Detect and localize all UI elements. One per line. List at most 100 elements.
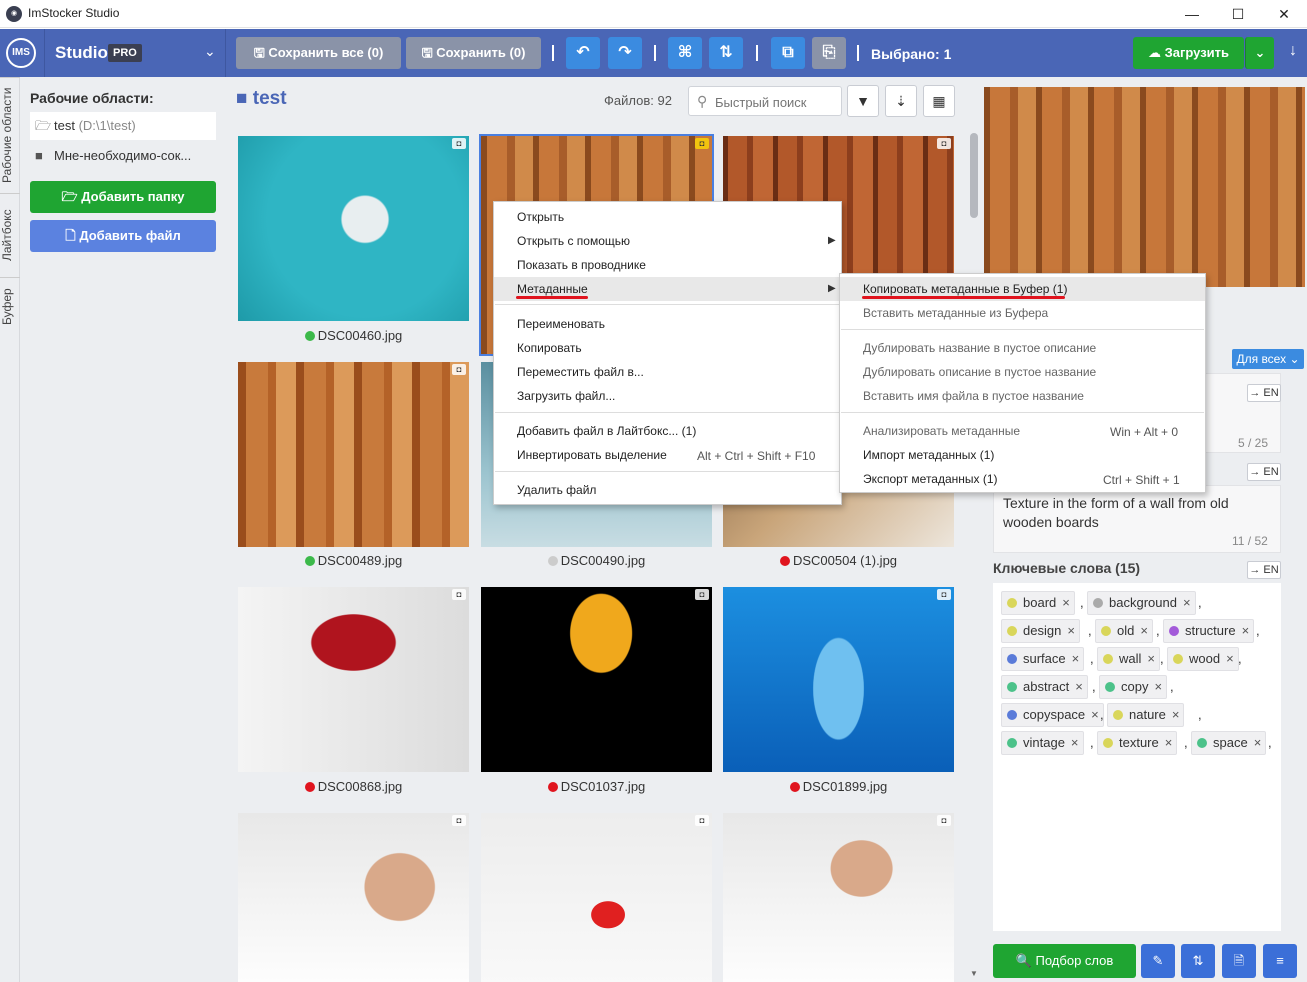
cloud-upload-icon: ☁ <box>1147 45 1165 60</box>
translate-en-button[interactable]: → EN <box>1247 561 1281 579</box>
menu-item-copy[interactable]: Копировать <box>494 336 841 360</box>
menu-button[interactable]: ≡ <box>1263 944 1297 978</box>
menu-item-dup-description[interactable]: Дублировать описание в пустое название <box>840 360 1205 384</box>
keyword-chip[interactable]: surface × <box>1001 647 1085 671</box>
keyword-chip[interactable]: copy × <box>1099 675 1168 699</box>
thumbnail-image[interactable]: ◘ <box>723 813 954 982</box>
keyword-chip[interactable]: background × <box>1087 591 1196 615</box>
pick-words-label: Подбор слов <box>1035 953 1114 968</box>
undo-button[interactable]: ↶ <box>566 37 600 69</box>
keyword-chip[interactable]: wood × <box>1167 647 1239 671</box>
edit-button[interactable]: ✎ <box>1141 944 1175 978</box>
keyword-chip[interactable]: abstract × <box>1001 675 1088 699</box>
search-input[interactable] <box>715 92 839 112</box>
sort-button[interactable]: ⇣ <box>885 85 917 117</box>
menu-item-show-in-explorer[interactable]: Показать в проводнике <box>494 253 841 277</box>
upload-dropdown-button[interactable]: ⌄ <box>1245 37 1274 69</box>
redo-button[interactable]: ↷ <box>608 37 642 69</box>
brand-menu[interactable]: IMS Studio PRO ⌄ <box>0 29 226 77</box>
keyword-chip[interactable]: space × <box>1191 731 1267 755</box>
copy-metadata-button[interactable]: ⧉ <box>771 37 805 69</box>
add-file-button[interactable]: 🗋 Добавить файл <box>30 220 216 252</box>
menu-item-paste-metadata[interactable]: Вставить метаданные из Буфера <box>840 301 1205 325</box>
remove-keyword-icon[interactable]: × <box>1072 651 1080 666</box>
keyword-chip[interactable]: vintage × <box>1001 731 1084 755</box>
translate-en-button[interactable]: → EN <box>1247 463 1281 481</box>
thumbnail-image[interactable]: ◘ <box>238 362 469 547</box>
close-button[interactable]: ✕ <box>1261 0 1307 28</box>
thumbnail-image[interactable]: ◘ <box>481 813 712 982</box>
translate-en-button[interactable]: → EN <box>1247 384 1281 402</box>
menu-item-rename[interactable]: Переименовать <box>494 312 841 336</box>
workspace-item[interactable]: ■ Мне-необходимо-сок... <box>30 142 216 170</box>
keyword-chip[interactable]: nature × <box>1107 703 1185 727</box>
keyword-chip[interactable]: structure × <box>1163 619 1255 643</box>
panel-scrollbar[interactable] <box>1289 372 1305 932</box>
paste-metadata-button[interactable]: ⎘ <box>812 37 846 69</box>
description-text[interactable]: Texture in the form of a wall from old w… <box>1003 494 1243 532</box>
thumbnail-image[interactable]: ◘ <box>238 813 469 982</box>
maximize-button[interactable]: ☐ <box>1215 0 1261 28</box>
keyword-chip[interactable]: texture × <box>1097 731 1178 755</box>
remove-keyword-icon[interactable]: × <box>1242 623 1250 638</box>
add-folder-button[interactable]: 🗁 Добавить папку <box>30 181 216 213</box>
keyword-chip[interactable]: old × <box>1095 619 1153 643</box>
remove-keyword-icon[interactable]: × <box>1165 735 1173 750</box>
menu-item-filename-to-title[interactable]: Вставить имя файла в пустое название <box>840 384 1205 408</box>
remove-keyword-icon[interactable]: × <box>1172 707 1180 722</box>
binoculars-button[interactable]: ⌘ <box>668 37 702 69</box>
download-arrow-icon[interactable]: ↓ <box>1289 42 1297 60</box>
pick-words-button[interactable]: 🔍 Подбор слов <box>993 944 1136 978</box>
remove-keyword-icon[interactable]: × <box>1091 707 1099 722</box>
keyword-chip[interactable]: design × <box>1001 619 1080 643</box>
menu-item-open-with[interactable]: Открыть с помощью <box>494 229 841 253</box>
workspace-item[interactable]: 🗁 test (D:\1\test) <box>30 112 216 140</box>
for-all-button[interactable]: Для всех ⌄ <box>1232 349 1304 369</box>
thumbnail-image[interactable]: ◘ <box>481 587 712 772</box>
menu-item-add-to-lightbox[interactable]: Добавить файл в Лайтбокс... (1) <box>494 419 841 443</box>
preview-image <box>984 87 1305 287</box>
shortcut-label: Win + Alt + 0 <box>1110 425 1179 439</box>
grid-view-button[interactable]: ▦ <box>923 85 955 117</box>
tab-lightbox[interactable]: Лайтбокс <box>0 193 20 277</box>
menu-item-dup-title[interactable]: Дублировать название в пустое описание <box>840 336 1205 360</box>
remove-keyword-icon[interactable]: × <box>1067 623 1075 638</box>
sort-keywords-button[interactable]: ⇅ <box>1181 944 1215 978</box>
thumbnail-image[interactable]: ◘ <box>723 587 954 772</box>
menu-item-open[interactable]: Открыть <box>494 205 841 229</box>
remove-keyword-icon[interactable]: × <box>1140 623 1148 638</box>
filter-button[interactable]: ▼ <box>847 85 879 117</box>
thumbnail-image[interactable]: ◘ <box>238 587 469 772</box>
quick-search[interactable]: ⚲ <box>688 86 842 116</box>
remove-keyword-icon[interactable]: × <box>1147 651 1155 666</box>
menu-item-delete-file[interactable]: Удалить файл <box>494 478 841 502</box>
keyword-chip[interactable]: wall × <box>1097 647 1160 671</box>
remove-keyword-icon[interactable]: × <box>1226 651 1234 666</box>
menu-item-move-file[interactable]: Переместить файл в... <box>494 360 841 384</box>
keyword-chip[interactable]: board × <box>1001 591 1075 615</box>
chevron-down-icon[interactable]: ⌄ <box>204 43 216 60</box>
remove-keyword-icon[interactable]: × <box>1254 735 1262 750</box>
tab-buffer[interactable]: Буфер <box>0 277 20 335</box>
keyword-chip[interactable]: copyspace × <box>1001 703 1104 727</box>
thumbnail-image[interactable]: ◘ <box>238 136 469 321</box>
menu-item-upload-file[interactable]: Загрузить файл... <box>494 384 841 408</box>
scrollbar-thumb[interactable] <box>970 133 978 218</box>
keyword-text: nature <box>1129 707 1166 722</box>
remove-keyword-icon[interactable]: × <box>1062 595 1070 610</box>
save-all-button[interactable]: 🖫 Сохранить все (0) <box>236 37 401 69</box>
remove-keyword-icon[interactable]: × <box>1183 595 1191 610</box>
grid-scrollbar[interactable]: ▼ <box>966 123 982 982</box>
word-export-button[interactable]: 🗎 <box>1222 944 1256 978</box>
tab-workspaces[interactable]: Рабочие области <box>0 77 20 193</box>
status-dot <box>789 782 800 792</box>
remove-keyword-icon[interactable]: × <box>1075 679 1083 694</box>
remove-keyword-icon[interactable]: × <box>1071 735 1079 750</box>
save-button[interactable]: 🖫 Сохранить (0) <box>406 37 541 69</box>
sort-az-button[interactable]: ⇅ <box>709 37 743 69</box>
upload-button[interactable]: ☁ Загрузить <box>1133 37 1244 69</box>
menu-item-import-metadata[interactable]: Импорт метаданных (1) <box>840 443 1205 467</box>
scroll-down-icon[interactable]: ▼ <box>970 969 978 978</box>
minimize-button[interactable]: — <box>1169 0 1215 28</box>
remove-keyword-icon[interactable]: × <box>1154 679 1162 694</box>
